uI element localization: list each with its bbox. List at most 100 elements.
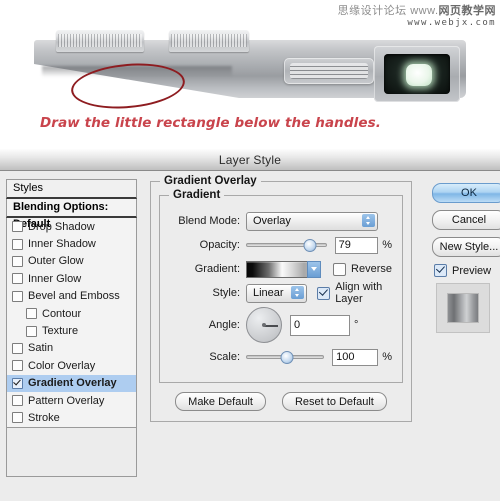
effect-pattern-overlay[interactable]: Pattern Overlay <box>7 392 136 409</box>
sidebar-item-blending-options[interactable]: Blending Options: Default <box>6 199 137 230</box>
satin-checkbox[interactable] <box>12 342 23 354</box>
cancel-button[interactable]: Cancel <box>432 210 500 230</box>
watermark: 思缘设计论坛 www.网页教学网 www.webjx.com <box>337 5 496 28</box>
dialog-titlebar[interactable]: Layer Style <box>0 149 500 171</box>
bevel-and-emboss-checkbox[interactable] <box>12 290 23 302</box>
blend-mode-value: Overlay <box>253 215 291 227</box>
effect-satin[interactable]: Satin <box>7 340 136 357</box>
style-label: Style: <box>212 287 240 299</box>
texture-checkbox[interactable] <box>26 325 37 337</box>
gradient-group-title: Gradient <box>169 189 225 201</box>
effect-inner-glow[interactable]: Inner Glow <box>7 270 136 287</box>
angle-needle <box>264 325 278 327</box>
reset-to-default-button[interactable]: Reset to Default <box>281 392 387 411</box>
scale-input[interactable]: 100 <box>332 348 379 366</box>
effect-outer-glow[interactable]: Outer Glow <box>7 253 136 270</box>
chevron-updown-icon[interactable] <box>291 285 305 299</box>
inner-glow-checkbox[interactable] <box>12 273 23 285</box>
blend-mode-select[interactable]: Overlay <box>246 211 378 231</box>
effect-stroke[interactable]: Stroke <box>7 409 136 426</box>
new-style-button[interactable]: New Style... <box>432 237 500 257</box>
scale-slider[interactable] <box>246 350 325 364</box>
mode-dial <box>169 30 249 52</box>
style-select[interactable]: Linear <box>246 283 308 303</box>
preview-label: Preview <box>452 264 492 277</box>
opacity-row: Opacity: 79 % <box>168 234 392 256</box>
styles-sidebar-empty-area <box>6 427 137 477</box>
textured-grip <box>284 58 374 84</box>
default-buttons-row: Make Default Reset to Default <box>159 392 403 411</box>
effect-label: Pattern Overlay <box>28 394 105 407</box>
effect-label: Texture <box>42 325 79 338</box>
preview-thumbnail-frame <box>436 283 490 333</box>
scale-slider-thumb[interactable] <box>280 350 294 364</box>
watermark-site-name: 网页教学网 <box>438 5 496 17</box>
contour-checkbox[interactable] <box>26 308 37 320</box>
make-default-button[interactable]: Make Default <box>175 392 266 411</box>
gradient-row: Gradient: Reverse <box>168 258 392 280</box>
drop-shadow-checkbox[interactable] <box>12 221 23 233</box>
effect-contour[interactable]: Contour <box>7 305 136 322</box>
sidebar-item-styles[interactable]: Styles <box>6 179 137 199</box>
effect-label: Inner Glow <box>28 272 82 285</box>
effects-list: Drop Shadow Inner Shadow Outer Glow Inne… <box>6 218 137 428</box>
outer-glow-checkbox[interactable] <box>12 255 23 267</box>
effect-texture[interactable]: Texture <box>7 322 136 339</box>
dialog-body: Styles Blending Options: Default Drop Sh… <box>0 171 500 501</box>
effect-label: Drop Shadow <box>28 220 95 233</box>
viewfinder-glow <box>406 64 432 86</box>
preview-thumbnail <box>447 293 479 323</box>
preview-checkbox[interactable] <box>434 264 447 277</box>
styles-sidebar: Styles Blending Options: Default Drop Sh… <box>6 179 137 497</box>
chevron-updown-icon[interactable] <box>362 213 375 227</box>
gradient-swatch[interactable] <box>246 260 322 278</box>
angle-unit: ° <box>354 319 359 331</box>
align-with-layer-checkbox[interactable] <box>317 286 331 300</box>
reverse-checkbox[interactable] <box>333 262 347 276</box>
effect-label: Satin <box>28 342 54 355</box>
align-with-layer-row[interactable]: Align with Layer <box>317 281 392 305</box>
effect-bevel-and-emboss[interactable]: Bevel and Emboss <box>7 288 136 305</box>
inner-shadow-checkbox[interactable] <box>12 238 23 250</box>
scale-row: Scale: 100 % <box>168 346 392 368</box>
effect-gradient-overlay[interactable]: Gradient Overlay <box>7 374 136 392</box>
gradient-overlay-panel: Gradient Overlay Gradient Blend Mode: Ov… <box>150 175 412 422</box>
effect-color-overlay[interactable]: Color Overlay <box>7 357 136 374</box>
stroke-checkbox[interactable] <box>12 412 23 424</box>
blend-mode-label: Blend Mode: <box>178 215 240 227</box>
tutorial-photo-area: 思缘设计论坛 www.网页教学网 www.webjx.com Draw the … <box>0 0 500 148</box>
opacity-value: 79 <box>338 239 351 251</box>
scale-label: Scale: <box>209 351 240 363</box>
opacity-slider-thumb[interactable] <box>303 238 317 252</box>
ok-button[interactable]: OK <box>432 183 500 203</box>
opacity-input[interactable]: 79 <box>334 236 379 254</box>
angle-input[interactable]: 0 <box>290 314 350 336</box>
shutter-dial <box>56 30 144 52</box>
gradient-preset-chevron-down-icon[interactable] <box>307 260 322 278</box>
gradient-overlay-group: Gradient Overlay Gradient Blend Mode: Ov… <box>150 175 412 422</box>
color-overlay-checkbox[interactable] <box>12 360 23 372</box>
angle-dial[interactable] <box>246 307 282 343</box>
viewfinder-window <box>384 54 450 94</box>
layer-style-dialog: Layer Style Styles Blending Options: Def… <box>0 148 500 501</box>
effect-label: Outer Glow <box>28 255 84 268</box>
angle-label: Angle: <box>208 319 240 331</box>
effect-label: Inner Shadow <box>28 238 96 251</box>
reverse-checkbox-row[interactable]: Reverse <box>333 262 392 276</box>
opacity-unit: % <box>382 239 392 251</box>
preview-checkbox-row[interactable]: Preview <box>434 264 500 277</box>
gradient-overlay-checkbox[interactable] <box>12 377 23 389</box>
effect-inner-shadow[interactable]: Inner Shadow <box>7 235 136 252</box>
angle-row: Angle: 0 ° <box>168 306 392 344</box>
effect-label: Stroke <box>28 411 60 424</box>
gradient-group: Gradient Blend Mode: Overlay Opacity: 79… <box>159 189 403 383</box>
watermark-forum-name: 思缘设计论坛 <box>337 5 407 17</box>
scale-value: 100 <box>336 351 355 363</box>
dialog-actions: OK Cancel New Style... Preview <box>432 183 500 333</box>
watermark-line-2: www.webjx.com <box>407 17 496 28</box>
opacity-label: Opacity: <box>199 239 240 251</box>
viewfinder-housing <box>374 46 460 102</box>
pattern-overlay-checkbox[interactable] <box>12 395 23 407</box>
dialog-title: Layer Style <box>218 152 282 167</box>
opacity-slider[interactable] <box>246 238 327 252</box>
